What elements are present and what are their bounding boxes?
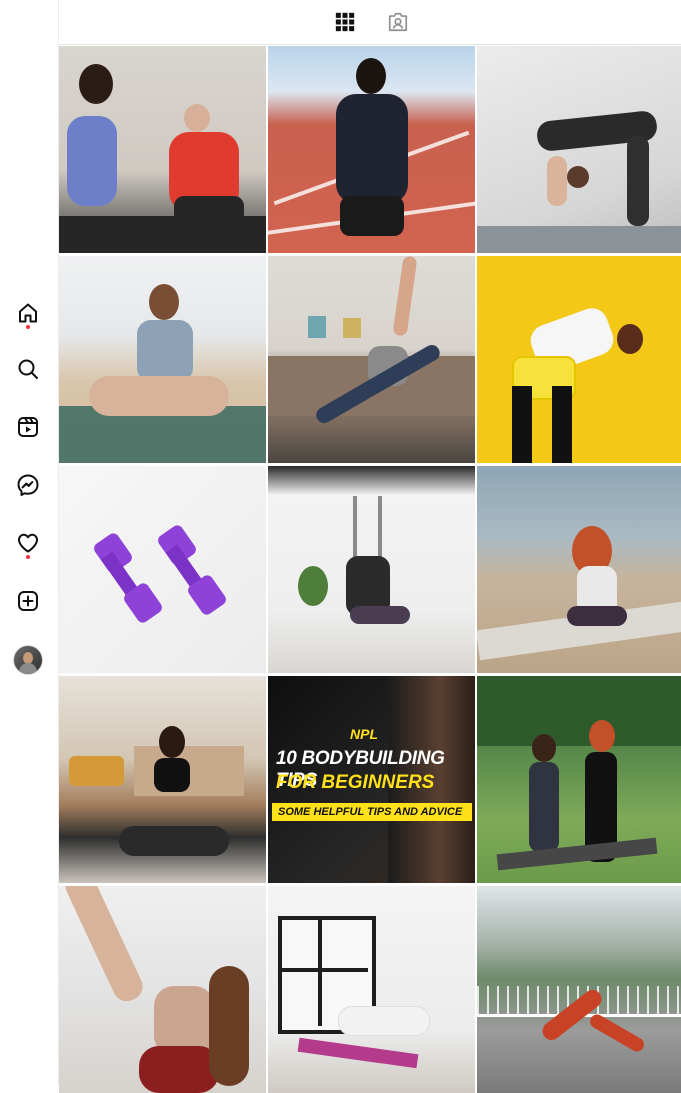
post-tile[interactable] (477, 46, 681, 253)
post-tile[interactable] (268, 256, 475, 463)
npl-logo: NPL (350, 726, 378, 742)
notification-dot (26, 325, 30, 329)
grid-icon[interactable] (333, 10, 357, 34)
home-icon[interactable] (13, 298, 43, 329)
post-tile[interactable] (268, 886, 475, 1093)
post-tile[interactable] (477, 256, 681, 463)
sidebar-nav (0, 0, 59, 1085)
post-tile[interactable] (59, 676, 266, 883)
graphic-subheadline: FOR BEGINNERS (276, 772, 435, 793)
reels-icon[interactable] (13, 412, 43, 442)
heart-icon[interactable] (13, 528, 43, 559)
post-tile[interactable] (59, 46, 266, 253)
post-tile[interactable] (268, 466, 475, 673)
post-tile[interactable] (477, 466, 681, 673)
notification-dot (26, 555, 30, 559)
graphic-tagline: SOME HELPFUL TIPS AND ADVICE (272, 803, 472, 821)
tagged-icon[interactable] (386, 10, 410, 34)
create-icon[interactable] (13, 586, 43, 616)
post-tile[interactable] (59, 256, 266, 463)
messenger-icon[interactable] (13, 470, 43, 500)
post-tile[interactable] (477, 886, 681, 1093)
post-tile[interactable] (268, 46, 475, 253)
post-tile[interactable] (477, 676, 681, 883)
post-tile[interactable] (59, 466, 266, 673)
profile-avatar[interactable] (13, 645, 43, 675)
search-icon[interactable] (13, 354, 43, 384)
profile-tabs (59, 0, 681, 45)
post-tile[interactable] (59, 886, 266, 1093)
post-tile[interactable]: NPL 10 BODYBUILDING TIPS FOR BEGINNERS S… (268, 676, 475, 883)
